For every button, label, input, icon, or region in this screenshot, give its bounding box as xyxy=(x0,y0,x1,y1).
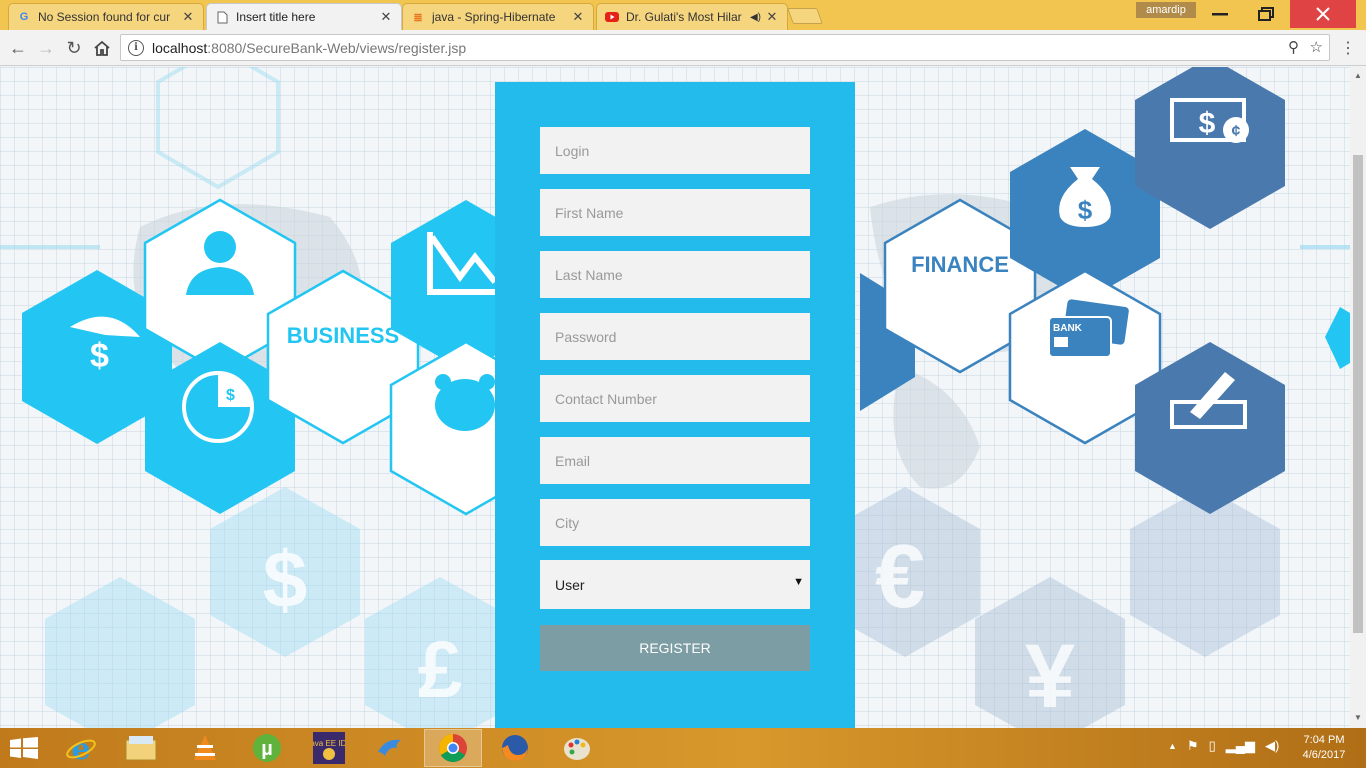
svg-text:$: $ xyxy=(226,387,235,404)
close-tab-icon[interactable]: ✕ xyxy=(765,9,779,25)
menu-button[interactable]: ⋮ xyxy=(1336,36,1360,60)
close-icon xyxy=(1316,7,1330,21)
restore-icon xyxy=(1258,7,1274,21)
paint-icon[interactable] xyxy=(548,729,606,767)
login-input[interactable] xyxy=(540,127,810,174)
svg-text:$: $ xyxy=(90,337,109,375)
tab-insert-title[interactable]: Insert title here ✕ xyxy=(206,3,402,30)
svg-text:$: $ xyxy=(1199,107,1216,140)
tab-title: Dr. Gulati's Most Hilar xyxy=(626,10,742,24)
bank-label: BANK xyxy=(1053,323,1083,334)
scroll-thumb[interactable] xyxy=(1353,155,1363,633)
svg-text:¥: ¥ xyxy=(1025,627,1075,727)
dolphin-icon[interactable] xyxy=(362,729,420,767)
file-explorer-icon[interactable] xyxy=(112,729,170,767)
city-input[interactable] xyxy=(540,499,810,546)
business-label: BUSINESS xyxy=(287,323,399,348)
utorrent-icon[interactable]: µ xyxy=(238,729,296,767)
bookmark-star-icon[interactable]: ☆ xyxy=(1310,38,1323,56)
minimize-icon xyxy=(1212,13,1228,16)
register-button[interactable]: REGISTER xyxy=(540,625,810,671)
page-icon xyxy=(215,10,229,24)
close-tab-icon[interactable]: ✕ xyxy=(571,9,585,25)
windows-taskbar: e µ Java EE IDE ▲ ⚑ ▯ ▂▄▆ ◀) 7:04 PM 4/6… xyxy=(0,728,1366,768)
forward-arrow-icon: → xyxy=(37,37,55,58)
profile-badge[interactable]: amardip xyxy=(1136,2,1196,18)
restore-button[interactable] xyxy=(1243,0,1289,28)
youtube-icon xyxy=(605,10,619,24)
minimize-button[interactable] xyxy=(1197,0,1243,28)
home-icon xyxy=(94,40,110,56)
kebab-menu-icon: ⋮ xyxy=(1340,40,1356,57)
finance-label: FINANCE xyxy=(911,252,1009,277)
address-bar[interactable]: i localhost:8080/SecureBank-Web/views/re… xyxy=(120,34,1330,61)
svg-text:£: £ xyxy=(418,625,463,714)
url-host: localhost xyxy=(152,39,208,56)
system-tray: ▲ ⚑ ▯ ▂▄▆ ◀) xyxy=(1168,738,1279,754)
forward-button[interactable]: → xyxy=(34,36,58,60)
firefox-icon[interactable] xyxy=(486,729,544,767)
reload-button[interactable]: ↻ xyxy=(62,36,86,60)
google-icon: G xyxy=(19,11,29,23)
email-input[interactable] xyxy=(540,437,810,484)
vlc-icon[interactable] xyxy=(176,729,234,767)
eclipse-javaee-icon[interactable]: Java EE IDE xyxy=(300,729,358,767)
tab-title: No Session found for cur xyxy=(38,10,171,24)
tab-title: Insert title here xyxy=(236,10,316,24)
first-name-input[interactable] xyxy=(540,189,810,236)
svg-text:$: $ xyxy=(263,535,308,624)
svg-text:µ: µ xyxy=(261,738,273,760)
svg-text:€: € xyxy=(875,527,925,627)
dropdown-caret-icon: ▼ xyxy=(793,576,804,588)
url-path: :8080/SecureBank-Web/views/register.jsp xyxy=(207,39,467,56)
new-tab-button[interactable] xyxy=(787,8,823,24)
scroll-down-icon[interactable]: ▼ xyxy=(1354,713,1362,722)
volume-icon[interactable]: ◀) xyxy=(1265,738,1279,754)
tab-title: java - Spring-Hibernate xyxy=(432,10,556,24)
role-select[interactable]: User ▼ xyxy=(540,560,810,609)
page-scrollbar[interactable]: ▲ ▼ xyxy=(1350,67,1366,728)
svg-text:e: e xyxy=(71,732,90,764)
contact-number-input[interactable] xyxy=(540,375,810,422)
home-button[interactable] xyxy=(90,36,114,60)
chrome-icon[interactable] xyxy=(424,729,482,767)
internet-explorer-icon[interactable]: e xyxy=(52,729,110,767)
audio-playing-icon[interactable]: ◀) xyxy=(750,12,761,23)
reload-icon: ↻ xyxy=(66,37,82,58)
windows-start-icon[interactable] xyxy=(10,737,38,759)
svg-text:Java EE IDE: Java EE IDE xyxy=(313,739,345,748)
scroll-up-icon[interactable]: ▲ xyxy=(1354,71,1362,80)
svg-text:¢: ¢ xyxy=(1232,123,1241,140)
system-clock[interactable]: 7:04 PM 4/6/2017 xyxy=(1294,733,1354,763)
close-tab-icon[interactable]: ✕ xyxy=(181,9,195,25)
network-signal-icon[interactable]: ▂▄▆ xyxy=(1226,738,1255,754)
battery-icon[interactable]: ▯ xyxy=(1209,738,1216,754)
action-center-flag-icon[interactable]: ⚑ xyxy=(1187,738,1199,754)
back-button[interactable]: ← xyxy=(6,36,30,60)
browser-toolbar: ← → ↻ i localhost:8080/SecureBank-Web/vi… xyxy=(0,30,1366,66)
register-page: $ £ € ¥ $ $ BUSINESS FINANCE $ $ ¢ BANK … xyxy=(0,67,1350,728)
clock-time: 7:04 PM xyxy=(1303,734,1345,746)
close-window-button[interactable] xyxy=(1290,0,1356,28)
stackoverflow-icon: ≣ xyxy=(413,11,423,24)
tab-stackoverflow[interactable]: ≣ java - Spring-Hibernate ✕ xyxy=(402,3,594,30)
registration-form: User ▼ REGISTER xyxy=(495,82,855,728)
back-arrow-icon: ← xyxy=(9,37,27,58)
show-hidden-icons-icon[interactable]: ▲ xyxy=(1168,741,1177,754)
bear-icon xyxy=(435,374,495,431)
password-input[interactable] xyxy=(540,313,810,360)
site-info-icon[interactable]: i xyxy=(128,39,144,56)
clock-date: 4/6/2017 xyxy=(1302,749,1346,761)
tab-youtube[interactable]: Dr. Gulati's Most Hilar ◀) ✕ xyxy=(596,3,788,30)
role-select-value: User xyxy=(555,576,585,593)
tab-google-session[interactable]: G No Session found for cur ✕ xyxy=(8,3,204,30)
close-tab-icon[interactable]: ✕ xyxy=(379,9,393,25)
last-name-input[interactable] xyxy=(540,251,810,298)
browser-tab-bar: G No Session found for cur ✕ Insert titl… xyxy=(0,0,1366,30)
key-icon[interactable]: ⚲ xyxy=(1288,38,1299,56)
svg-text:$: $ xyxy=(1078,195,1093,225)
